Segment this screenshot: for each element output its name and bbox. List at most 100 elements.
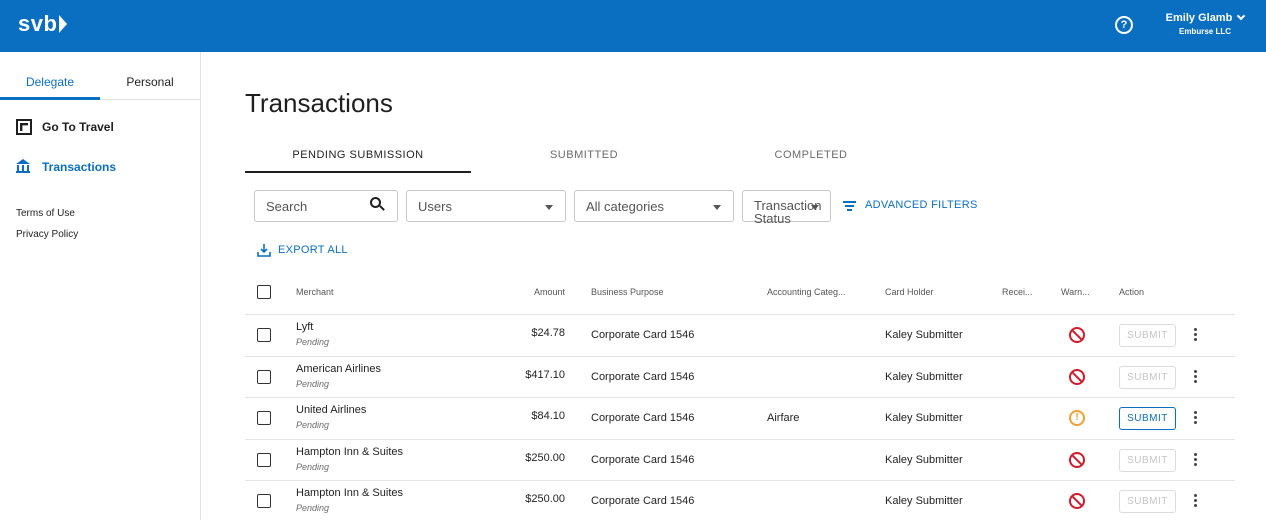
- merchant-name: Hampton Inn & Suites: [296, 487, 404, 499]
- bank-icon: [16, 159, 32, 175]
- filter-icon: [843, 200, 856, 211]
- business-purpose: Corporate Card 1546: [591, 329, 695, 341]
- amount: $24.78: [531, 327, 565, 339]
- amount: $417.10: [525, 369, 565, 381]
- svb-logo[interactable]: svb: [18, 11, 68, 37]
- external-link-icon: [16, 119, 32, 135]
- card-holder: Kaley Submitter: [885, 495, 963, 507]
- row-checkbox[interactable]: [257, 411, 271, 425]
- error-ban-icon[interactable]: [1069, 369, 1085, 385]
- card-holder: Kaley Submitter: [885, 454, 963, 466]
- caret-down-icon: [545, 205, 553, 210]
- warning-alert-icon[interactable]: !: [1069, 410, 1085, 426]
- search-icon[interactable]: [370, 197, 385, 211]
- advanced-filters-button[interactable]: ADVANCED FILTERS: [843, 199, 978, 211]
- export-all-button[interactable]: EXPORT ALL: [257, 243, 348, 257]
- user-name: Emily Glamb: [1165, 12, 1233, 24]
- submit-button[interactable]: SUBMIT: [1119, 449, 1176, 472]
- sidebar-item-go-to-travel[interactable]: Go To Travel: [16, 119, 114, 135]
- privacy-policy-link[interactable]: Privacy Policy: [16, 229, 78, 240]
- select-all-checkbox[interactable]: [257, 285, 271, 299]
- tab-personal[interactable]: Personal: [100, 75, 200, 89]
- row-divider: [245, 356, 1235, 357]
- amount: $84.10: [531, 410, 565, 422]
- more-options-icon[interactable]: [1194, 411, 1198, 425]
- row-checkbox[interactable]: [257, 494, 271, 508]
- accounting-category: Airfare: [767, 412, 800, 424]
- row-checkbox[interactable]: [257, 328, 271, 342]
- sidebar-item-label: Go To Travel: [42, 120, 114, 134]
- row-checkbox[interactable]: [257, 453, 271, 467]
- more-options-icon[interactable]: [1194, 370, 1198, 384]
- business-purpose: Corporate Card 1546: [591, 495, 695, 507]
- row-divider: [245, 439, 1235, 440]
- logo-chevron-icon: [59, 15, 68, 33]
- sidebar: Delegate Personal Go To Travel Transacti…: [0, 52, 201, 520]
- business-purpose: Corporate Card 1546: [591, 454, 695, 466]
- more-options-icon[interactable]: [1194, 328, 1198, 342]
- users-select[interactable]: Users: [406, 190, 566, 222]
- row-checkbox[interactable]: [257, 370, 271, 384]
- transaction-status-select[interactable]: Transaction Status: [742, 190, 831, 226]
- column-header-amount[interactable]: Amount: [485, 287, 565, 297]
- active-tab-indicator: [0, 97, 100, 100]
- amount: $250.00: [525, 493, 565, 505]
- transaction-status: Pending: [296, 420, 330, 430]
- users-select-value: Users: [418, 199, 452, 214]
- more-options-icon[interactable]: [1194, 494, 1198, 508]
- caret-down-icon: [811, 205, 819, 210]
- categories-select-value: All categories: [586, 199, 665, 214]
- row-divider: [245, 397, 1235, 398]
- submit-button[interactable]: SUBMIT: [1119, 490, 1176, 513]
- transaction-status: Pending: [296, 462, 330, 472]
- merchant-name: United Airlines: [296, 404, 367, 416]
- categories-select[interactable]: All categories: [574, 190, 734, 222]
- top-bar: svb ? Emily Glamb Emburse LLC: [0, 0, 1266, 52]
- business-purpose: Corporate Card 1546: [591, 371, 695, 383]
- sidebar-item-transactions[interactable]: Transactions: [16, 159, 116, 175]
- sidebar-item-label: Transactions: [42, 160, 117, 174]
- download-icon: [257, 244, 271, 257]
- card-holder: Kaley Submitter: [885, 412, 963, 424]
- column-header-card-holder[interactable]: Card Holder: [885, 287, 934, 297]
- merchant-name: Lyft: [296, 321, 314, 333]
- submit-button[interactable]: SUBMIT: [1119, 407, 1176, 430]
- tab-pending-submission[interactable]: PENDING SUBMISSION: [245, 149, 471, 161]
- chevron-down-icon: [1237, 11, 1246, 21]
- column-header-receipt[interactable]: Recei...: [1002, 287, 1033, 297]
- error-ban-icon[interactable]: [1069, 327, 1085, 343]
- transaction-status-select-value: Transaction Status: [754, 198, 822, 226]
- transaction-status: Pending: [296, 337, 330, 347]
- column-header-accounting-category[interactable]: Accounting Categ...: [767, 287, 846, 297]
- row-divider: [245, 480, 1235, 481]
- user-org: Emburse LLC: [1178, 27, 1231, 36]
- error-ban-icon[interactable]: [1069, 493, 1085, 509]
- tab-completed[interactable]: COMPLETED: [698, 149, 924, 161]
- help-icon[interactable]: ?: [1115, 16, 1133, 34]
- submit-button[interactable]: SUBMIT: [1119, 366, 1176, 389]
- sidebar-tabs: Delegate Personal: [0, 52, 200, 100]
- transaction-status: Pending: [296, 379, 330, 389]
- column-header-action[interactable]: Action: [1119, 287, 1144, 297]
- merchant-name: American Airlines: [296, 363, 381, 375]
- terms-of-use-link[interactable]: Terms of Use: [16, 208, 75, 219]
- column-header-warnings[interactable]: Warn...: [1061, 287, 1090, 297]
- tab-submitted[interactable]: SUBMITTED: [471, 149, 697, 161]
- row-divider: [245, 314, 1235, 315]
- card-holder: Kaley Submitter: [885, 329, 963, 341]
- active-tab-indicator: [245, 171, 471, 173]
- amount: $250.00: [525, 452, 565, 464]
- page-title: Transactions: [245, 88, 393, 118]
- tab-delegate[interactable]: Delegate: [0, 75, 100, 89]
- submit-button[interactable]: SUBMIT: [1119, 324, 1176, 347]
- business-purpose: Corporate Card 1546: [591, 412, 695, 424]
- transaction-status: Pending: [296, 503, 330, 513]
- column-header-business-purpose[interactable]: Business Purpose: [591, 287, 664, 297]
- card-holder: Kaley Submitter: [885, 371, 963, 383]
- error-ban-icon[interactable]: [1069, 452, 1085, 468]
- caret-down-icon: [713, 205, 721, 210]
- user-menu[interactable]: Emily Glamb Emburse LLC: [1160, 11, 1250, 36]
- search-input[interactable]: [266, 199, 366, 214]
- more-options-icon[interactable]: [1194, 453, 1198, 467]
- column-header-merchant[interactable]: Merchant: [296, 287, 334, 297]
